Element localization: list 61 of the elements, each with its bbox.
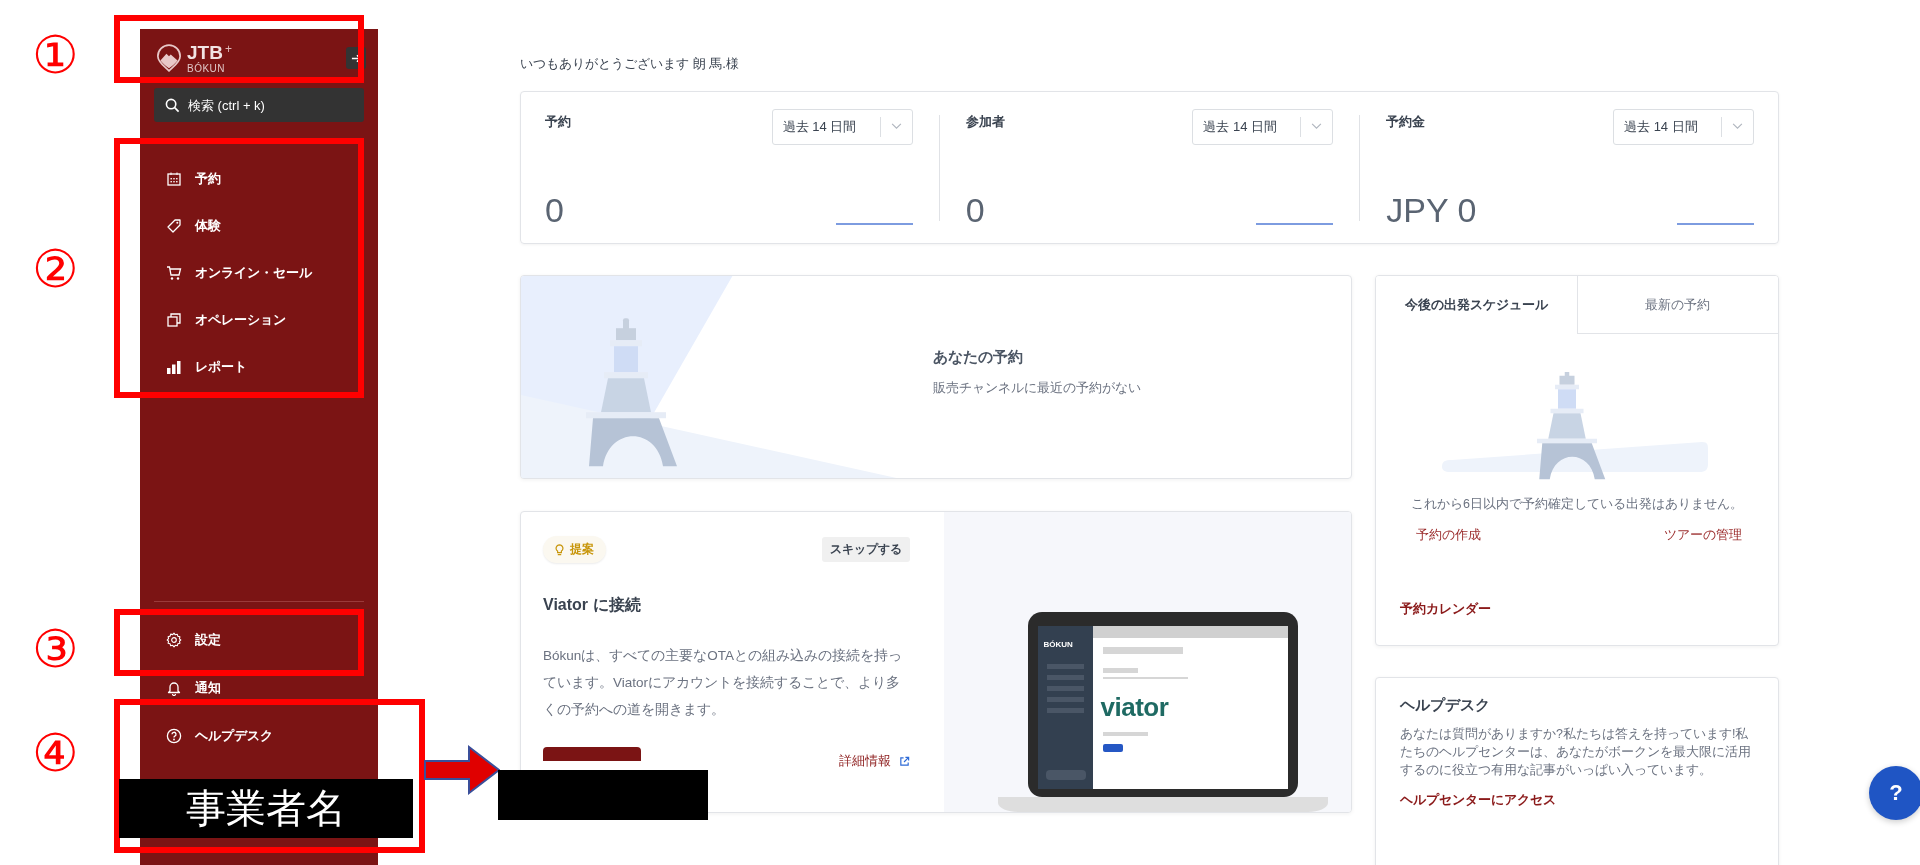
bar-chart-icon: [166, 358, 182, 375]
cart-icon: [166, 264, 182, 281]
chevron-down-icon: [890, 123, 902, 130]
nav-item[interactable]: 設定: [154, 630, 364, 650]
lightbulb-icon: [555, 543, 564, 556]
help-button[interactable]: ?: [1869, 766, 1920, 820]
stat-title: 参加者: [965, 112, 1005, 131]
chevron-down-icon: [1311, 123, 1323, 130]
nav-item[interactable]: 体験: [154, 202, 364, 249]
annotation-number: ②: [32, 239, 79, 299]
helpdesk-text: あなたは質問がありますか?私たちは答えを持っています!私たちのヘルプセンターは、あなたがボークンを最大限に活用するのに役立つ有用な記事がいっぱい入っています。: [1400, 726, 1752, 779]
period-dropdown[interactable]: 過去 14 日間: [771, 108, 913, 145]
logo-plus: +: [224, 42, 232, 55]
stat-value: 0: [545, 192, 564, 227]
nav-item[interactable]: レポート: [154, 343, 364, 390]
external-link-icon: [899, 755, 910, 767]
action-link[interactable]: ツアーの管理: [1664, 527, 1742, 544]
tag-icon: [166, 217, 182, 234]
card-title: あなたの予約: [933, 347, 1024, 367]
redaction-box: 事業者名: [119, 779, 413, 838]
suggestion-text: Bókunは、すべての主要なOTAとの組み込みの接続を持っています。Viatorにアカウントを接続することで、より多くの予約への道を開きます。: [543, 647, 904, 719]
empty-message: 販売チャンネルに最近の予約がない: [933, 378, 1141, 397]
mockup-logo: BÓKUN: [1043, 640, 1073, 649]
details-link[interactable]: 詳細情報: [839, 752, 910, 770]
period-dropdown[interactable]: 過去 14 日間: [1613, 108, 1754, 145]
card-title: ヘルプデスク: [1400, 696, 1491, 715]
annotation-number: ③: [32, 619, 79, 679]
suggestion-badge: 提案: [543, 536, 606, 563]
nav-item[interactable]: オペレーション: [154, 296, 364, 343]
period-dropdown[interactable]: 過去 14 日間: [1192, 108, 1334, 145]
tab[interactable]: 今後の出発スケジュール: [1376, 276, 1577, 334]
copy-icon: [166, 311, 182, 328]
calendar-icon: [166, 170, 182, 187]
nav-item[interactable]: ヘルプデスク: [154, 726, 364, 746]
tab[interactable]: 最新の予約: [1576, 276, 1778, 334]
stat-value: 0: [965, 192, 985, 227]
mockup-partner-logo: viator: [1100, 692, 1169, 723]
logo-title: JTB: [187, 42, 223, 62]
empty-message: これから6日以内で予約確定している出発はありません。: [1410, 496, 1744, 513]
annotation-number: ①: [32, 25, 79, 85]
logo-subtitle: BÓKUN: [187, 63, 227, 74]
help-icon: [166, 728, 182, 744]
skip-button[interactable]: スキップする: [822, 537, 910, 562]
stat-title: 予約: [545, 112, 571, 131]
calendar-link[interactable]: 予約カレンダー: [1400, 600, 1778, 618]
nav-item[interactable]: 通知: [154, 678, 364, 698]
chevron-down-icon: [1732, 123, 1743, 130]
annotation-number: ④: [32, 723, 79, 783]
search-icon: [165, 98, 180, 113]
stat-value: JPY 0: [1386, 192, 1477, 227]
suggestion-title: Viator に接続: [543, 595, 642, 615]
settings-icon: [166, 632, 182, 648]
help-center-link[interactable]: ヘルプセンターにアクセス: [1400, 791, 1754, 809]
stat-title: 予約金: [1386, 112, 1426, 131]
action-link[interactable]: 予約の作成: [1416, 527, 1481, 544]
nav-item[interactable]: オンライン・セール: [154, 249, 364, 296]
search-field[interactable]: 検索 (ctrl + k): [154, 88, 364, 122]
nav-item[interactable]: 予約: [154, 155, 364, 202]
greeting-text: いつもありがとうございます 朗 馬.様: [520, 55, 740, 73]
bell-icon: [166, 680, 182, 696]
logo-icon: [157, 44, 181, 72]
